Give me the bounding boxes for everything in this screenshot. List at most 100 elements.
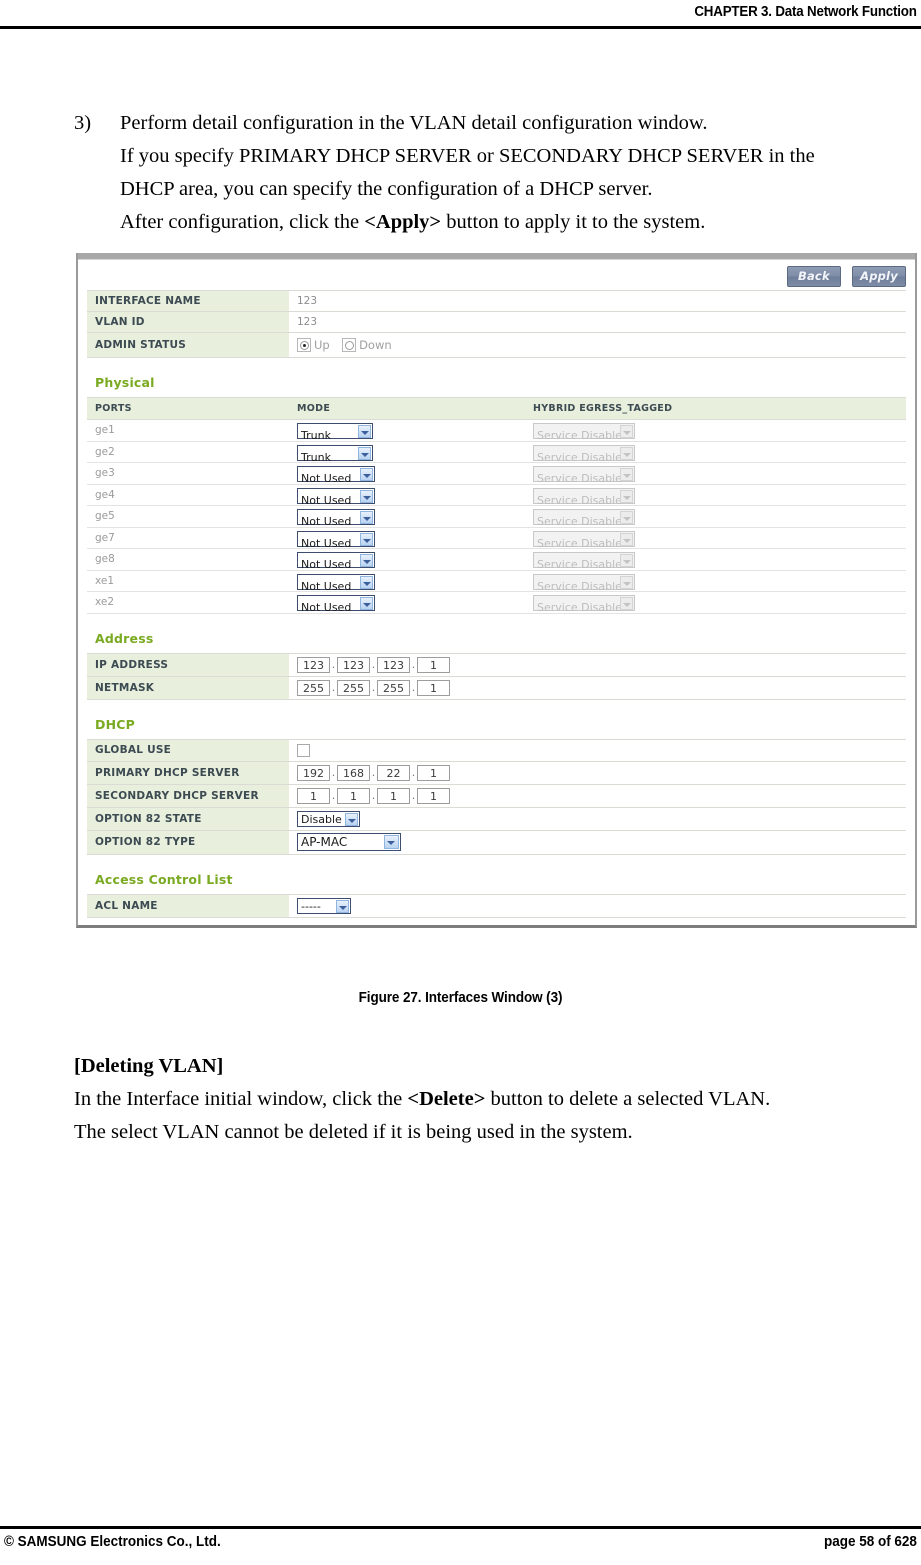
mode-select[interactable]: Trunk <box>297 423 373 442</box>
ip-address-octet-2[interactable]: 123 <box>337 656 370 673</box>
chevron-down-icon <box>620 597 633 611</box>
label-interface-name: INTERFACE NAME <box>87 290 289 312</box>
chevron-down-icon <box>360 575 373 589</box>
acl-table: ACL NAME ----- <box>87 893 906 918</box>
step-line-4-post: button to apply it to the system. <box>441 211 706 233</box>
table-row-acl-name: ACL NAME ----- <box>87 893 906 918</box>
option82-type-cell: AP-MAC <box>289 829 906 855</box>
secondary-dhcp-octet-1[interactable]: 1 <box>297 787 330 804</box>
checkbox-global-use[interactable] <box>297 743 310 757</box>
ip-address-octet-3[interactable]: 123 <box>377 656 410 673</box>
netmask-octet-3[interactable]: 255 <box>377 679 410 696</box>
table-row-option82-type: OPTION 82 TYPE AP-MAC <box>87 829 906 855</box>
global-use-cell <box>289 738 906 762</box>
footer-rule <box>0 1526 921 1529</box>
option82-state-cell: Disable <box>289 806 906 831</box>
physical-ports-table: PORTS MODE HYBRID EGRESS_TAGGED ge1 Trun… <box>87 397 906 614</box>
table-row: ge4 Not Used Service Disable <box>87 484 906 507</box>
netmask-octet-4[interactable]: 1 <box>417 679 450 696</box>
port-name: xe1 <box>87 570 289 592</box>
label-option82-state: OPTION 82 STATE <box>87 806 289 831</box>
label-admin-status-down: Down <box>359 338 392 352</box>
secondary-dhcp-octet-3[interactable]: 1 <box>377 787 410 804</box>
primary-dhcp-octet-2[interactable]: 168 <box>337 764 370 781</box>
mode-select[interactable]: Not Used <box>297 573 375 593</box>
mode-select[interactable]: Not Used <box>297 595 375 614</box>
deleting-vlan-line-2: The select VLAN cannot be deleted if it … <box>74 1121 633 1143</box>
label-admin-status-up: Up <box>314 338 330 352</box>
ip-address-fields: 123. 123. 123. 1 <box>289 652 906 677</box>
mode-select[interactable]: Not Used <box>297 487 375 507</box>
primary-dhcp-octet-4[interactable]: 1 <box>417 764 450 781</box>
mode-cell: Not Used <box>289 548 525 571</box>
secondary-dhcp-octet-2[interactable]: 1 <box>337 787 370 804</box>
hybrid-egress-select: Service Disable <box>533 573 635 593</box>
port-name: ge2 <box>87 441 289 463</box>
apply-button-reference: <Apply> <box>364 211 442 233</box>
section-title-address: Address <box>95 630 154 646</box>
hybrid-cell: Service Disable <box>525 591 906 614</box>
chevron-down-icon <box>358 425 371 439</box>
chevron-down-icon <box>620 425 633 439</box>
ip-address-octet-1[interactable]: 123 <box>297 656 330 673</box>
chevron-down-icon <box>360 489 373 503</box>
section-title-dhcp: DHCP <box>95 716 135 732</box>
column-header-hybrid-egress-tagged: HYBRID EGRESS_TAGGED <box>525 397 906 420</box>
chevron-down-icon <box>360 554 373 568</box>
table-row: ge2 Trunk Service Disable <box>87 441 906 464</box>
value-interface-name: 123 <box>289 290 906 312</box>
hybrid-cell: Service Disable <box>525 548 906 571</box>
netmask-octet-2[interactable]: 255 <box>337 679 370 696</box>
label-vlan-id: VLAN ID <box>87 311 289 333</box>
table-header-row: PORTS MODE HYBRID EGRESS_TAGGED <box>87 397 906 420</box>
window-top-bar <box>78 253 915 260</box>
ip-address-octet-4[interactable]: 1 <box>417 656 450 673</box>
mode-select[interactable]: Not Used <box>297 552 375 571</box>
hybrid-cell: Service Disable <box>525 570 906 593</box>
dhcp-table: GLOBAL USE PRIMARY DHCP SERVER 192. 168. 2… <box>87 738 906 855</box>
hybrid-egress-select: Service Disable <box>533 487 635 507</box>
hybrid-egress-select: Service Disable <box>533 423 635 442</box>
table-row-netmask: NETMASK 255. 255. 255. 1 <box>87 675 906 700</box>
value-vlan-id: 123 <box>289 311 906 333</box>
hybrid-egress-select: Service Disable <box>533 595 635 614</box>
netmask-octet-1[interactable]: 255 <box>297 679 330 696</box>
admin-status-up-group: Up <box>297 338 339 352</box>
port-name: ge1 <box>87 419 289 442</box>
primary-dhcp-octet-3[interactable]: 22 <box>377 764 410 781</box>
acl-name-select[interactable]: ----- <box>297 897 351 914</box>
mode-select[interactable]: Not Used <box>297 466 375 485</box>
option82-state-select[interactable]: Disable <box>297 810 360 827</box>
back-button[interactable]: Back <box>786 266 841 287</box>
hybrid-egress-select: Service Disable <box>533 509 635 528</box>
radio-admin-status-up[interactable] <box>297 338 311 352</box>
primary-dhcp-octet-1[interactable]: 192 <box>297 764 330 781</box>
primary-dhcp-fields: 192. 168. 22. 1 <box>289 760 906 785</box>
mode-select[interactable]: Trunk <box>297 444 373 464</box>
mode-select[interactable]: Not Used <box>297 509 375 528</box>
chevron-down-icon <box>345 812 358 826</box>
port-name: ge4 <box>87 484 289 506</box>
table-row-ip-address: IP ADDRESS 123. 123. 123. 1 <box>87 652 906 677</box>
section-title-physical: Physical <box>95 375 155 390</box>
secondary-dhcp-octet-4[interactable]: 1 <box>417 787 450 804</box>
radio-admin-status-down[interactable] <box>342 338 357 352</box>
label-primary-dhcp-server: PRIMARY DHCP SERVER <box>87 760 289 785</box>
mode-select[interactable]: Not Used <box>297 530 375 550</box>
deleting-line1-pre: In the Interface initial window, click t… <box>74 1088 408 1110</box>
table-row-primary-dhcp-server: PRIMARY DHCP SERVER 192. 168. 22. 1 <box>87 760 906 785</box>
apply-button[interactable]: Apply <box>852 266 906 287</box>
label-netmask: NETMASK <box>87 675 289 700</box>
chevron-down-icon <box>360 511 373 525</box>
chevron-down-icon <box>620 575 633 589</box>
step-line-3: DHCP area, you can specify the configura… <box>120 178 653 200</box>
label-admin-status: ADMIN STATUS <box>87 332 289 358</box>
mode-cell: Not Used <box>289 462 525 485</box>
option82-type-select[interactable]: AP-MAC <box>297 833 401 851</box>
chevron-down-icon <box>620 554 633 568</box>
window-toolbar: Back Apply <box>87 260 906 290</box>
chevron-down-icon <box>360 597 373 611</box>
step-paragraph: 3) Perform detail configuration in the V… <box>74 107 904 239</box>
chapter-title: CHAPTER 3. Data Network Function <box>694 4 918 20</box>
table-row-option82-state: OPTION 82 STATE Disable <box>87 806 906 831</box>
